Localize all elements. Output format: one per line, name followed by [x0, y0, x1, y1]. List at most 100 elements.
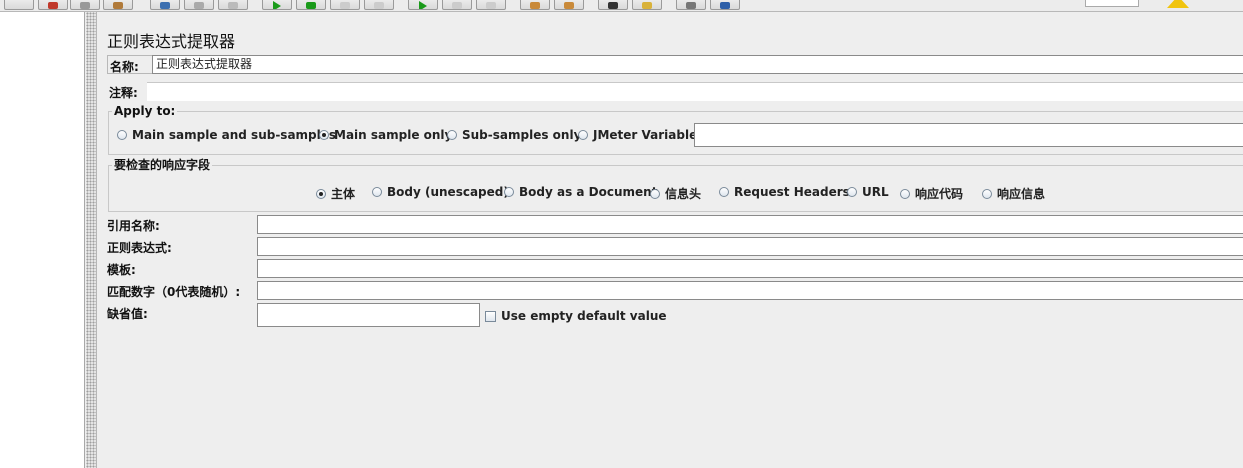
- copy-icon: [80, 2, 90, 9]
- clear-icon: [530, 2, 540, 9]
- template-label: 模板:: [107, 263, 136, 277]
- radio-indicator: [650, 188, 660, 199]
- start-no-pause-icon: [306, 2, 316, 9]
- name-label: 名称:: [110, 60, 139, 74]
- toggle-icon: [228, 2, 238, 9]
- help-button[interactable]: [710, 0, 740, 10]
- remote-shutdown-button[interactable]: [476, 0, 506, 10]
- toggle-button[interactable]: [218, 0, 248, 10]
- field-response-message-radio[interactable]: 响应信息: [982, 185, 1045, 202]
- regex-extractor-panel: 正则表达式提取器 名称: 正则表达式提取器 注释: Apply to: Main…: [97, 12, 1243, 468]
- apply-jmeter-variable-radio[interactable]: JMeter Variable: [578, 128, 697, 142]
- field-body-as-document-radio[interactable]: Body as a Document: [504, 185, 657, 199]
- clear-button[interactable]: [520, 0, 550, 10]
- radio-label: 响应代码: [915, 187, 964, 201]
- radio-label: 主体: [331, 187, 356, 201]
- start-button[interactable]: [262, 0, 292, 10]
- test-plan-tree[interactable]: [0, 12, 84, 468]
- collapse-icon: [194, 2, 204, 9]
- paste-button[interactable]: [103, 0, 133, 10]
- warning-icon[interactable]: [1167, 0, 1189, 8]
- remote-start-icon: [419, 1, 427, 9]
- shutdown-icon: [374, 2, 384, 9]
- default-value-input[interactable]: [257, 303, 480, 327]
- copy-button[interactable]: [70, 0, 100, 10]
- apply-to-legend: Apply to:: [112, 104, 178, 118]
- radio-indicator: [319, 130, 329, 140]
- checkbox-indicator: [485, 310, 496, 322]
- radio-indicator: [504, 187, 514, 197]
- reset-search-icon: [642, 2, 652, 9]
- regex-label: 正则表达式:: [107, 241, 172, 255]
- checkbox-label: Use empty default value: [501, 309, 667, 323]
- apply-sub-only-radio[interactable]: Sub-samples only: [447, 128, 581, 142]
- use-empty-default-checkbox[interactable]: Use empty default value: [485, 309, 667, 323]
- field-url-radio[interactable]: URL: [847, 185, 889, 199]
- expand-button[interactable]: [150, 0, 180, 10]
- start-no-pauses-button[interactable]: [296, 0, 326, 10]
- field-request-headers-radio[interactable]: Request Headers: [719, 185, 850, 199]
- match-no-input[interactable]: [257, 281, 1243, 300]
- match-no-label: 匹配数字（0代表随机）:: [107, 285, 241, 299]
- radio-label: JMeter Variable: [593, 128, 698, 142]
- jmeter-variable-input[interactable]: [694, 123, 1243, 147]
- paste-icon: [113, 2, 123, 9]
- radio-indicator: [578, 130, 588, 140]
- field-headers-radio[interactable]: 信息头: [650, 185, 701, 202]
- radio-label: Sub-samples only: [462, 128, 582, 142]
- radio-label: Main sample and sub-samples: [132, 128, 337, 142]
- stop-button[interactable]: [330, 0, 360, 10]
- radio-indicator: [372, 187, 382, 197]
- clear-all-icon: [564, 2, 574, 9]
- radio-indicator: [900, 188, 910, 199]
- radio-label: Request Headers: [734, 185, 850, 199]
- ref-name-input[interactable]: [257, 215, 1243, 234]
- ref-name-label: 引用名称:: [107, 219, 160, 233]
- search-icon: [608, 2, 618, 9]
- comment-input[interactable]: [147, 82, 1243, 101]
- new-button[interactable]: [4, 0, 34, 10]
- radio-label: 响应信息: [997, 187, 1046, 201]
- response-field-legend: 要检查的响应字段: [112, 156, 213, 173]
- remote-start-button[interactable]: [408, 0, 438, 10]
- template-input[interactable]: [257, 259, 1243, 278]
- collapse-button[interactable]: [184, 0, 214, 10]
- start-icon: [273, 1, 281, 9]
- apply-main-and-sub-radio[interactable]: Main sample and sub-samples: [117, 128, 336, 142]
- radio-label: Main sample only: [334, 128, 453, 142]
- main-toolbar: [0, 0, 1243, 12]
- radio-indicator: [719, 187, 729, 197]
- radio-label: Body as a Document: [519, 185, 658, 199]
- thread-counter: [1085, 0, 1139, 7]
- radio-label: Body (unescaped): [387, 185, 509, 199]
- reset-search-button[interactable]: [632, 0, 662, 10]
- tree-border: [84, 12, 85, 468]
- radio-indicator: [847, 187, 857, 197]
- stop-icon: [340, 2, 350, 9]
- cut-icon: [48, 2, 58, 9]
- radio-indicator: [982, 188, 992, 199]
- remote-stop-button[interactable]: [442, 0, 472, 10]
- panel-title: 正则表达式提取器: [107, 32, 236, 51]
- function-helper-icon: [686, 2, 696, 9]
- comment-label: 注释:: [109, 86, 138, 100]
- name-input[interactable]: 正则表达式提取器: [152, 55, 1243, 74]
- help-icon: [720, 2, 730, 9]
- apply-main-only-radio[interactable]: Main sample only: [319, 128, 452, 142]
- name-row: 名称: 正则表达式提取器: [107, 55, 1243, 74]
- search-button[interactable]: [598, 0, 628, 10]
- default-value-label: 缺省值:: [107, 307, 148, 321]
- field-body-radio[interactable]: 主体: [316, 185, 355, 202]
- cut-button[interactable]: [38, 0, 68, 10]
- remote-stop-icon: [452, 2, 462, 9]
- split-pane-divider[interactable]: [86, 12, 97, 468]
- field-response-code-radio[interactable]: 响应代码: [900, 185, 963, 202]
- radio-indicator: [316, 188, 326, 199]
- field-body-unescaped-radio[interactable]: Body (unescaped): [372, 185, 509, 199]
- function-helper-button[interactable]: [676, 0, 706, 10]
- radio-indicator: [447, 130, 457, 140]
- shutdown-button[interactable]: [364, 0, 394, 10]
- clear-all-button[interactable]: [554, 0, 584, 10]
- regex-input[interactable]: [257, 237, 1243, 256]
- expand-icon: [160, 2, 170, 9]
